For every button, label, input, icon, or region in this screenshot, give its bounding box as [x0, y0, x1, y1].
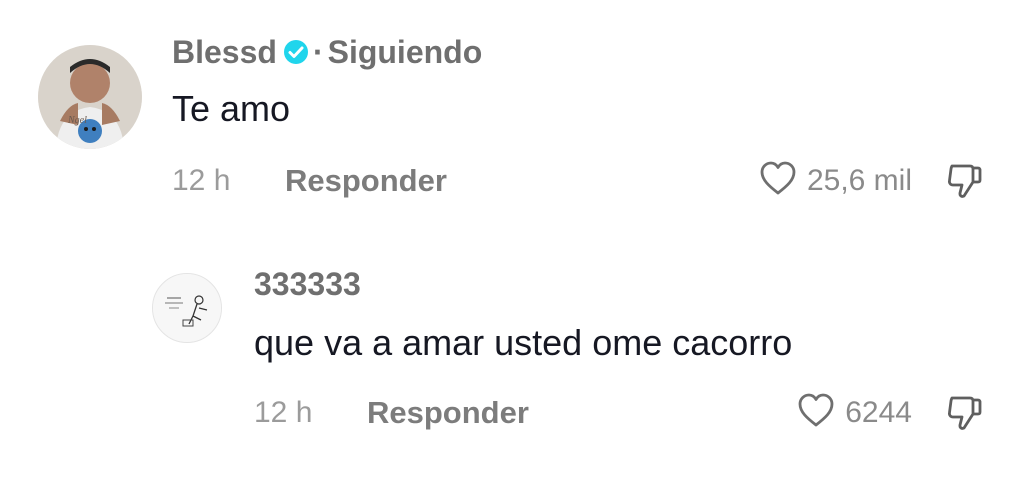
avatar[interactable]: Ngel: [38, 45, 142, 149]
username[interactable]: Blessd: [172, 34, 277, 70]
comment-text: que va a amar usted ome cacorro: [254, 322, 793, 363]
svg-text:Ngel: Ngel: [67, 115, 87, 126]
comment-text: Te amo: [172, 88, 291, 129]
heart-icon: [797, 392, 835, 433]
separator-dot: ·: [312, 34, 324, 70]
sketch-avatar-icon: [153, 274, 221, 342]
dislike-button[interactable]: [944, 394, 984, 437]
dislike-button[interactable]: [944, 162, 984, 205]
reply-button[interactable]: Responder: [367, 395, 529, 431]
avatar[interactable]: [152, 273, 222, 343]
thumbs-down-icon: [944, 396, 984, 436]
like-count: 6244: [845, 395, 912, 429]
comment-time: 12 h: [254, 396, 313, 429]
like-button[interactable]: 6244: [797, 392, 912, 433]
heart-icon: [759, 160, 797, 201]
profile-photo-icon: Ngel: [38, 45, 142, 149]
thumbs-down-icon: [944, 164, 984, 204]
verified-badge-icon: [283, 36, 309, 73]
username[interactable]: 333333: [254, 266, 361, 303]
like-button[interactable]: 25,6 mil: [759, 160, 912, 201]
follow-status: Siguiendo: [327, 34, 483, 70]
reply-button[interactable]: Responder: [285, 163, 447, 199]
comment-time: 12 h: [172, 164, 231, 197]
like-count: 25,6 mil: [806, 163, 912, 197]
comment-author[interactable]: Blessd · Siguiendo: [172, 34, 482, 73]
